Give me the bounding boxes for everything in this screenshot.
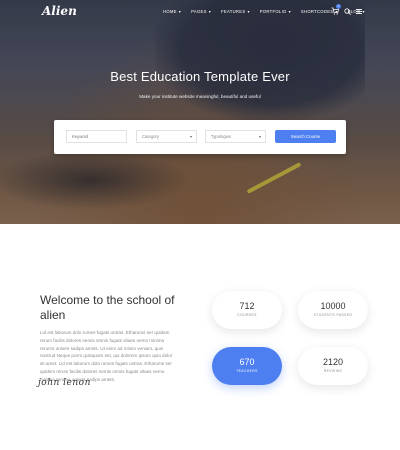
typologies-select-label: Typologies bbox=[211, 134, 232, 139]
category-select-label: Category bbox=[142, 134, 159, 139]
stat-label: TEACHERS bbox=[236, 369, 258, 373]
chevron-down-icon: ▾ bbox=[258, 134, 261, 139]
menu-icon[interactable] bbox=[356, 9, 362, 14]
signature: john lenon bbox=[38, 378, 91, 388]
stat-teachers: 670 TEACHERS bbox=[212, 347, 282, 385]
welcome-title: Welcome to the school of alien bbox=[40, 293, 175, 322]
category-select[interactable]: Category ▾ bbox=[136, 130, 197, 143]
stat-label: COURSES bbox=[237, 313, 257, 317]
nav-item-pages[interactable]: PAGES ▾ bbox=[191, 9, 211, 14]
nav-item-home[interactable]: HOME ▾ bbox=[163, 9, 181, 14]
welcome-text: Lid est laborum dolo rumes fugats untras… bbox=[40, 330, 173, 382]
hero-overlay bbox=[0, 0, 400, 224]
nav-item-label: PORTFOLIO bbox=[259, 9, 287, 14]
stat-reviews: 2120 REVIEWS bbox=[298, 347, 368, 385]
chevron-down-icon: ▾ bbox=[362, 9, 365, 14]
hero-title: Best Education Template Ever bbox=[110, 69, 290, 84]
typologies-select[interactable]: Typologies ▾ bbox=[205, 130, 266, 143]
stat-value: 712 bbox=[239, 301, 255, 311]
search-course-button[interactable]: Search Course bbox=[275, 130, 336, 143]
nav-item-label: FEATURES bbox=[221, 9, 246, 14]
stat-value: 10000 bbox=[320, 301, 346, 311]
cart-count-badge: 0 bbox=[336, 4, 341, 9]
course-search-form: Category ▾ Typologies ▾ Search Course bbox=[54, 120, 346, 154]
chevron-down-icon: ▾ bbox=[178, 9, 182, 14]
nav-item-portfolio[interactable]: PORTFOLIO ▾ bbox=[260, 9, 291, 14]
nav-item-label: SHORTCODES bbox=[300, 9, 334, 14]
chevron-down-icon: ▾ bbox=[288, 9, 291, 14]
stat-value: 2120 bbox=[322, 357, 344, 367]
chevron-down-icon: ▾ bbox=[247, 9, 250, 14]
nav-item-label: PAGES bbox=[191, 9, 207, 14]
chevron-down-icon: ▾ bbox=[208, 9, 212, 14]
stat-label: REVIEWS bbox=[323, 369, 343, 373]
nav-item-features[interactable]: FEATURES ▾ bbox=[221, 9, 250, 14]
search-icon[interactable] bbox=[344, 8, 351, 15]
hero-section bbox=[0, 0, 400, 224]
stat-courses: 712 COURSES bbox=[212, 291, 282, 329]
keyword-field[interactable] bbox=[66, 130, 127, 143]
stat-value: 670 bbox=[239, 357, 255, 367]
nav-item-label: HOME bbox=[163, 9, 177, 14]
hero-subtitle: Make your institute website meaningful, … bbox=[139, 94, 261, 99]
keyword-input[interactable] bbox=[72, 131, 126, 142]
stat-label: STUDENTS PASSED bbox=[313, 313, 353, 317]
stat-students-passed: 10000 STUDENTS PASSED bbox=[298, 291, 368, 329]
chevron-down-icon: ▾ bbox=[189, 134, 192, 139]
site-logo[interactable]: Alien bbox=[42, 4, 77, 18]
